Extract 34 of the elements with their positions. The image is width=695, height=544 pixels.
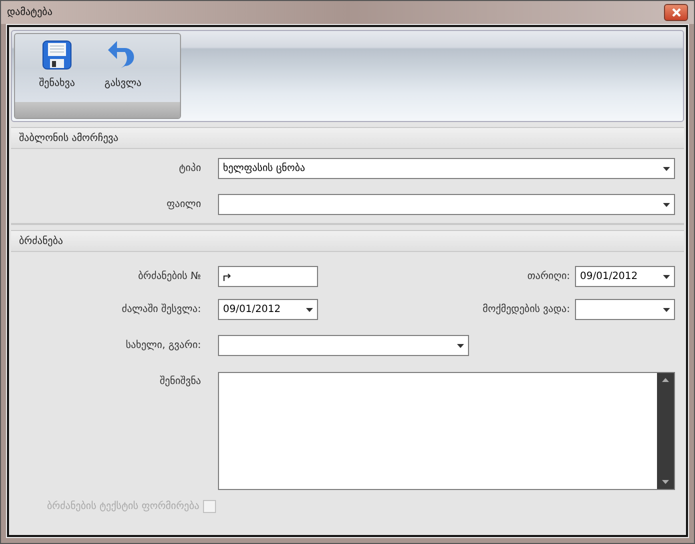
date-field[interactable]: 09/01/2012 — [575, 266, 675, 287]
window-title: დამატება — [7, 7, 52, 18]
dropdown-field[interactable] — [218, 335, 469, 356]
order-number-field[interactable] — [218, 266, 318, 287]
caret-icon — [663, 166, 670, 170]
field-label: ბრძანების № — [137, 271, 201, 282]
field-label: თარიღი: — [527, 271, 570, 282]
field-label: სახელი, გვარი: — [124, 340, 201, 351]
note-field[interactable] — [218, 372, 675, 490]
date-field[interactable] — [575, 299, 675, 320]
field-label: შენიშვნა — [158, 376, 201, 387]
section-title: ბრძანება — [19, 236, 63, 246]
field-label: ძალაში შესვლა: — [120, 304, 201, 315]
scroll-down-icon — [662, 480, 669, 484]
dropdown-field[interactable] — [218, 194, 675, 215]
scroll-up-icon — [662, 378, 669, 382]
exit-button[interactable]: გასვლა — [97, 38, 149, 102]
checkbox-label: ბრძანების ტექსტის ფორმირება — [47, 501, 200, 512]
section-title: შაბლონის ამორჩევა — [19, 132, 118, 144]
field-label: მოქმედების ვადა: — [482, 304, 570, 315]
close-button[interactable] — [664, 4, 688, 21]
caret-icon — [306, 308, 313, 312]
caret-icon — [457, 344, 464, 348]
field-label: ტიპი — [178, 163, 201, 174]
close-icon — [672, 8, 680, 17]
caret-icon — [663, 274, 670, 278]
caret-icon — [663, 202, 670, 206]
scrollbar[interactable] — [657, 373, 674, 489]
field-label: ფაილი — [166, 199, 201, 210]
redo-arrow-icon — [223, 272, 232, 281]
date-field[interactable]: 09/01/2012 — [218, 299, 318, 320]
dropdown-field[interactable]: ხელფასის ცნობა — [218, 158, 675, 179]
save-button[interactable]: შენახვა — [31, 38, 83, 102]
caret-icon — [663, 308, 670, 312]
